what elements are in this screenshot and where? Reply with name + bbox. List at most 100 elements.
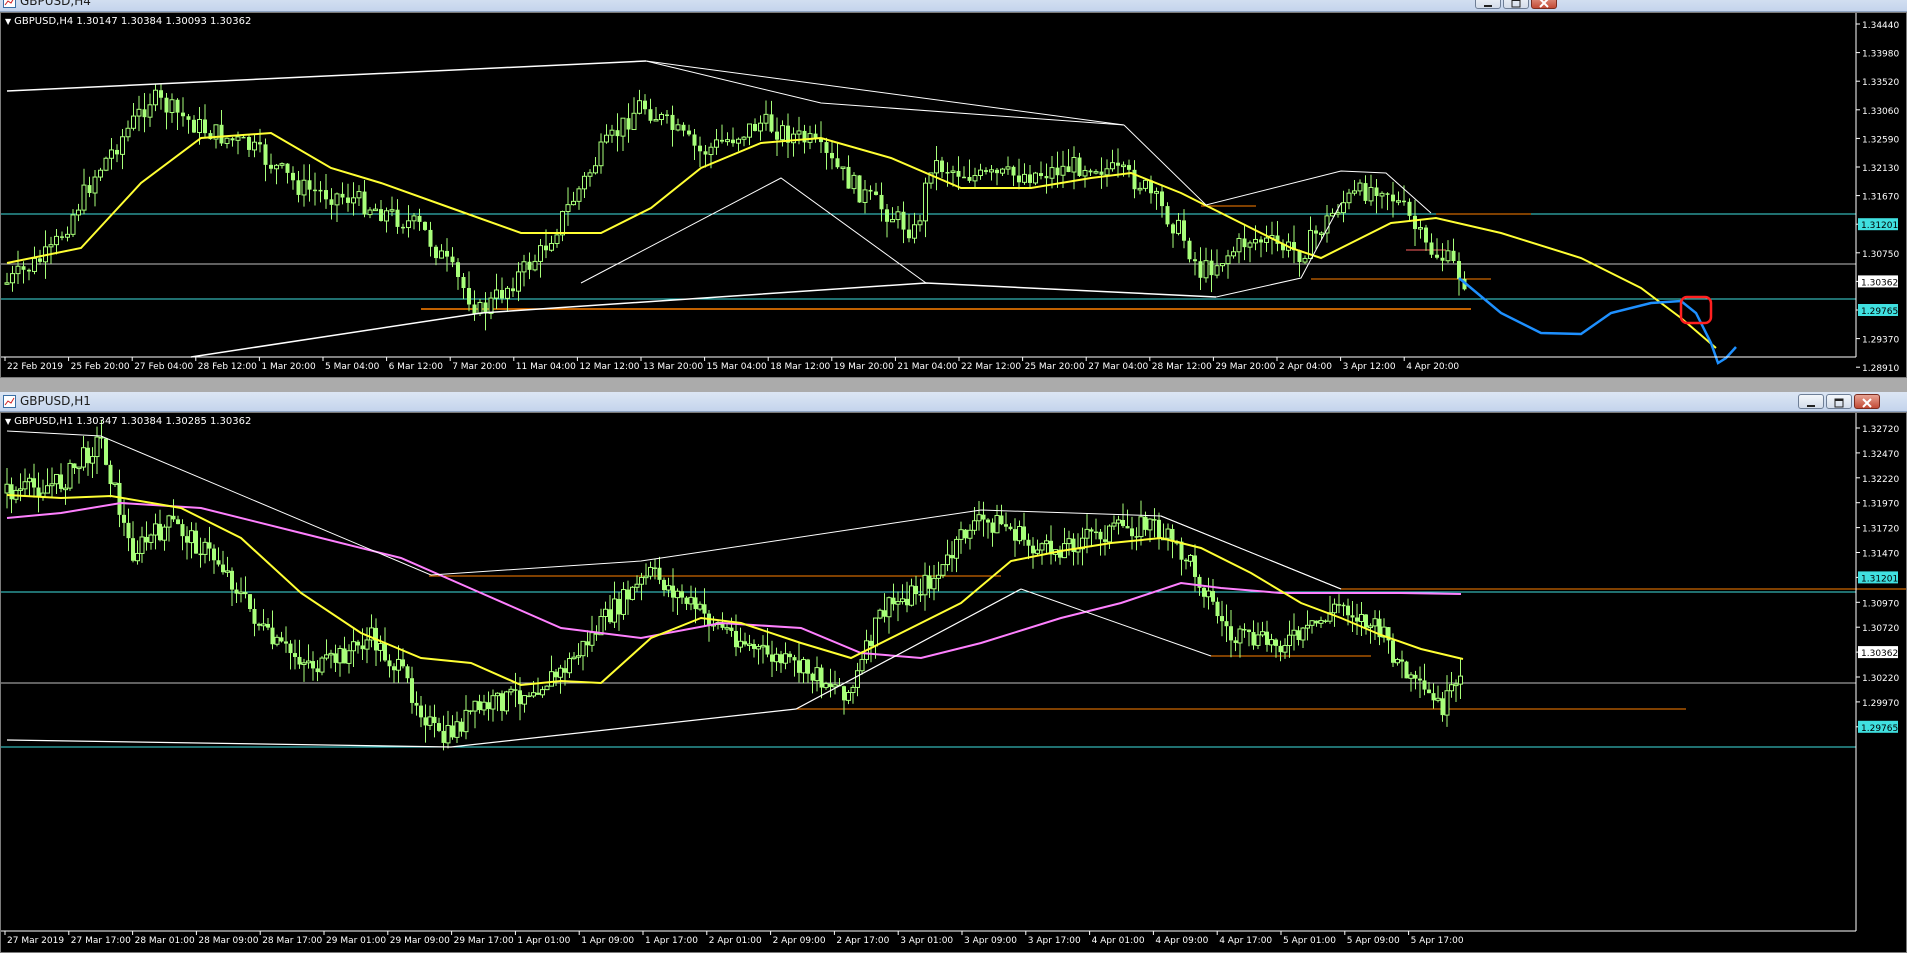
candle-body: [882, 610, 887, 617]
candle-body: [1314, 620, 1319, 624]
candle-body: [263, 144, 268, 165]
chart-header: ▼ GBPUSD,H4 1.30147 1.30384 1.30093 1.303…: [5, 16, 251, 27]
price-label: 1.31201: [1861, 221, 1898, 231]
candle-body: [1214, 265, 1220, 276]
candle-body: [87, 185, 92, 194]
minimize-button[interactable]: [1798, 394, 1824, 409]
candle-body: [1044, 176, 1049, 179]
candle-body: [1127, 165, 1131, 170]
candle-body: [1287, 634, 1292, 647]
candle-body: [180, 524, 185, 537]
candle-body: [736, 138, 741, 144]
chart-area[interactable]: 1.34440 1.33980 1.33520 1.33060 1.32590 1.321…: [0, 12, 1907, 378]
window-title: GBPUSD,H1: [20, 394, 91, 408]
collapse-arrow-icon[interactable]: ▼: [5, 417, 11, 426]
candle-body: [835, 158, 840, 168]
close-button[interactable]: [1531, 0, 1557, 9]
candle-body: [516, 271, 521, 292]
candle-body: [126, 522, 131, 539]
candle-body: [774, 653, 779, 663]
candle-body: [171, 515, 176, 520]
candle-body: [120, 136, 125, 155]
price-label: 1.33980: [1862, 50, 1899, 60]
collapse-arrow-icon[interactable]: ▼: [5, 17, 11, 26]
candle-body: [1418, 227, 1423, 230]
candle-body: [617, 598, 621, 615]
candle-body: [1031, 545, 1035, 554]
candle-body: [337, 648, 343, 664]
candle-body: [472, 304, 477, 314]
candle-body: [311, 661, 315, 669]
candle-body: [67, 462, 73, 489]
maximize-button[interactable]: [1503, 0, 1529, 9]
price-chart[interactable]: 1.34440 1.33980 1.33520 1.33060 1.32590 1.321…: [1, 13, 1906, 377]
candle-body: [224, 137, 230, 144]
candle-body: [500, 290, 504, 299]
candle-body: [758, 122, 763, 132]
candle-body: [356, 641, 360, 646]
candle-body: [481, 701, 487, 711]
trend-line: [1160, 515, 1342, 590]
candle-body: [279, 163, 285, 166]
candle-body: [131, 115, 136, 129]
candle-body: [714, 139, 719, 148]
candle-body: [432, 716, 437, 724]
chart-area[interactable]: 1.32720 1.32470 1.32220 1.31970 1.31720 1.314…: [0, 412, 1907, 953]
candle-body: [554, 671, 558, 678]
candle-body: [1422, 680, 1427, 690]
candle-body: [270, 627, 275, 645]
candle-body: [763, 113, 769, 124]
candle-body: [117, 482, 122, 515]
candle-body: [1445, 250, 1451, 262]
candle-body: [687, 130, 691, 135]
candle-body: [1242, 628, 1247, 631]
price-chart[interactable]: 1.32720 1.32470 1.32220 1.31970 1.31720 1.314…: [1, 413, 1906, 952]
candle-body: [527, 695, 531, 698]
candle-body: [907, 229, 911, 239]
candle-body: [1134, 536, 1139, 538]
candle-body: [1341, 202, 1346, 214]
candle-body: [1260, 631, 1265, 636]
title-bar[interactable]: GBPUSD,H4: [0, 0, 1907, 12]
chart-window-h1[interactable]: GBPUSD,H1 1.32720 1.32470 1.32220 1.31970 1.…: [0, 392, 1907, 953]
candle-body: [1427, 689, 1431, 694]
candle-body: [603, 608, 608, 618]
candle-body: [945, 172, 950, 174]
candle-body: [45, 485, 50, 494]
candle-body: [879, 194, 884, 210]
candle-body: [1188, 554, 1193, 562]
maximize-button[interactable]: [1826, 394, 1852, 409]
candle-body: [981, 514, 986, 520]
candle-body: [832, 684, 838, 688]
candle-body: [846, 692, 851, 701]
candle-body: [384, 210, 389, 222]
candle-body: [532, 260, 538, 271]
candle-body: [238, 591, 244, 595]
candle-body: [927, 575, 932, 589]
candle-body: [324, 654, 329, 659]
candle-body: [945, 554, 950, 566]
candle-body: [450, 256, 455, 263]
candle-body: [1071, 157, 1077, 173]
candle-body: [702, 604, 707, 614]
close-button[interactable]: [1854, 394, 1880, 409]
chart-window-h4[interactable]: GBPUSD,H4 1.34440 1.33980 1.33520 1.33060 1.…: [0, 0, 1907, 378]
candle-body: [901, 211, 906, 230]
candle-body: [1093, 171, 1099, 174]
price-label: 1.32130: [1862, 164, 1899, 174]
candle-body: [536, 692, 540, 695]
candle-body: [877, 609, 883, 619]
candle-body: [293, 653, 297, 657]
candle-body: [895, 601, 901, 605]
time-label: 12 Mar 12:00: [579, 362, 639, 372]
price-label: 1.31201: [1861, 574, 1898, 584]
candle-body: [144, 536, 149, 543]
candle-body: [1431, 693, 1436, 701]
minimize-button[interactable]: [1475, 0, 1501, 9]
candle-body: [637, 100, 642, 114]
candle-body: [324, 190, 328, 200]
candle-body: [159, 90, 163, 98]
title-bar[interactable]: GBPUSD,H1: [0, 392, 1907, 412]
candle-body: [1125, 526, 1130, 529]
candle-body: [318, 189, 323, 192]
